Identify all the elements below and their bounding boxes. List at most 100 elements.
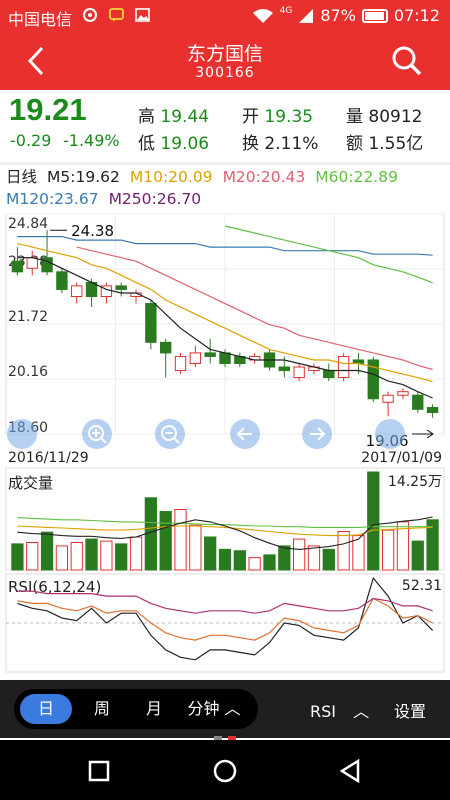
image-icon xyxy=(135,8,150,22)
quote-panel: 19.21 -0.29 -1.49% 高 19.44 低 19.06 开 19.… xyxy=(0,90,450,162)
candle-body xyxy=(189,352,202,364)
volume-bar xyxy=(129,536,143,571)
low-field: 低 19.06 xyxy=(138,129,209,154)
volume-bar xyxy=(307,545,321,571)
volume-bar xyxy=(293,538,306,571)
recents-icon[interactable] xyxy=(88,760,110,782)
signal-icon xyxy=(299,8,314,23)
candle-body xyxy=(278,366,291,372)
battery-percent: 87% xyxy=(320,6,356,25)
candle-body xyxy=(323,370,335,379)
volume-bar xyxy=(322,548,335,571)
uc-browser-icon xyxy=(83,8,97,22)
high-label: 高 xyxy=(138,107,155,127)
price-change-percent: -1.49% xyxy=(63,131,120,150)
volume-bar xyxy=(174,508,187,571)
price-change: -0.29 xyxy=(10,131,52,150)
volume-bar xyxy=(278,545,291,571)
indicator-label: RSI xyxy=(310,702,336,721)
volume-bar xyxy=(85,538,98,571)
candle-body xyxy=(426,407,439,413)
ma10-label: M10:20.09 xyxy=(129,168,213,186)
search-icon[interactable] xyxy=(390,44,424,78)
zoom-in-icon xyxy=(88,425,107,444)
volume-bar xyxy=(115,543,128,571)
volume-bar xyxy=(411,540,424,571)
candle-body xyxy=(397,391,409,396)
tab-week[interactable]: 周 xyxy=(76,694,128,724)
period-selector: 日 周 月 分钟 ︿ xyxy=(14,689,258,729)
tab-day[interactable]: 日 xyxy=(20,694,72,724)
candle-body xyxy=(204,352,216,357)
candle-body xyxy=(337,355,350,379)
turnover-label: 换 xyxy=(242,134,259,154)
date-end: 2017/01/09 xyxy=(361,450,442,466)
candle-body xyxy=(145,303,157,343)
battery-icon xyxy=(361,8,388,23)
zoom-in-button[interactable] xyxy=(82,419,112,449)
message-icon xyxy=(109,8,124,22)
volume-bar xyxy=(40,531,54,571)
volume-bar xyxy=(248,557,261,571)
wifi-icon xyxy=(252,8,273,23)
max-price-label: 24.38 xyxy=(71,222,114,240)
volume-title: 成交量 xyxy=(8,474,53,492)
candle-body xyxy=(71,285,83,298)
turnover-field: 换 2.11% xyxy=(242,129,318,154)
arrow-right-icon xyxy=(310,427,326,441)
network-type: 4G xyxy=(279,5,293,16)
amount-value: 1.55亿 xyxy=(368,134,424,154)
zoom-out-icon xyxy=(161,425,180,444)
volume-bar xyxy=(263,554,276,571)
next-button[interactable] xyxy=(302,419,332,449)
volume-bar xyxy=(204,536,217,571)
back-icon[interactable] xyxy=(338,758,362,784)
candle-body xyxy=(293,366,305,379)
tab-month[interactable]: 月 xyxy=(128,694,180,724)
zoom-out-button[interactable] xyxy=(155,419,185,449)
ma5-label: M5:19.62 xyxy=(47,168,120,186)
volume-value: 80912 xyxy=(368,107,423,127)
settings-button[interactable]: 设置 xyxy=(394,698,426,722)
high-value: 19.44 xyxy=(160,107,210,127)
ma250-label: M250:26.70 xyxy=(108,190,202,208)
volume-bar xyxy=(100,540,113,571)
volume-bar xyxy=(233,550,246,571)
candle-body xyxy=(56,271,68,290)
kline-ytick: 21.72 xyxy=(8,309,48,325)
ma120-label: M120:23.67 xyxy=(6,190,99,208)
amount-field: 额 1.55亿 xyxy=(346,129,423,154)
ma-period-label: 日线 xyxy=(6,168,38,186)
tab-minute[interactable]: 分钟 ︿ xyxy=(184,694,244,724)
scroll-right-button[interactable] xyxy=(375,419,405,449)
stock-name: 东方国信 xyxy=(186,43,263,65)
prev-button[interactable] xyxy=(230,419,260,449)
tab-minute-label: 分钟 xyxy=(187,699,220,718)
volume-bar xyxy=(218,548,232,571)
current-price: 19.21 xyxy=(9,92,87,127)
candle-body xyxy=(219,352,231,364)
volume-bar xyxy=(189,524,202,571)
home-icon[interactable] xyxy=(212,758,238,784)
ma-line-m20 xyxy=(76,246,433,371)
arrow-left-icon xyxy=(236,427,252,441)
divider xyxy=(0,162,450,165)
ma20-label: M20:20.43 xyxy=(222,168,306,186)
stock-code: 300166 xyxy=(195,65,255,81)
volume-label: 量 xyxy=(346,107,363,127)
candle-body xyxy=(174,355,187,372)
volume-bar xyxy=(381,529,395,571)
chevron-up-icon: ︿ xyxy=(353,702,370,721)
notification-icons xyxy=(82,7,151,23)
rsi-max-label: 52.31 xyxy=(402,578,442,594)
candle-body xyxy=(412,394,424,410)
volume-bar xyxy=(70,541,83,571)
indicator-selector[interactable]: RSI ︿ xyxy=(310,698,369,722)
carrier-label: 中国电信 xyxy=(8,10,73,29)
period-toolbar: 日 周 月 分钟 ︿ RSI ︿ 设置 xyxy=(0,680,450,738)
kline-ytick: 24.84 xyxy=(8,216,48,232)
volume-max-label: 14.25万 xyxy=(388,474,442,490)
volume-bar xyxy=(367,471,380,571)
scroll-left-button[interactable] xyxy=(7,419,37,449)
low-value: 19.06 xyxy=(160,134,210,154)
